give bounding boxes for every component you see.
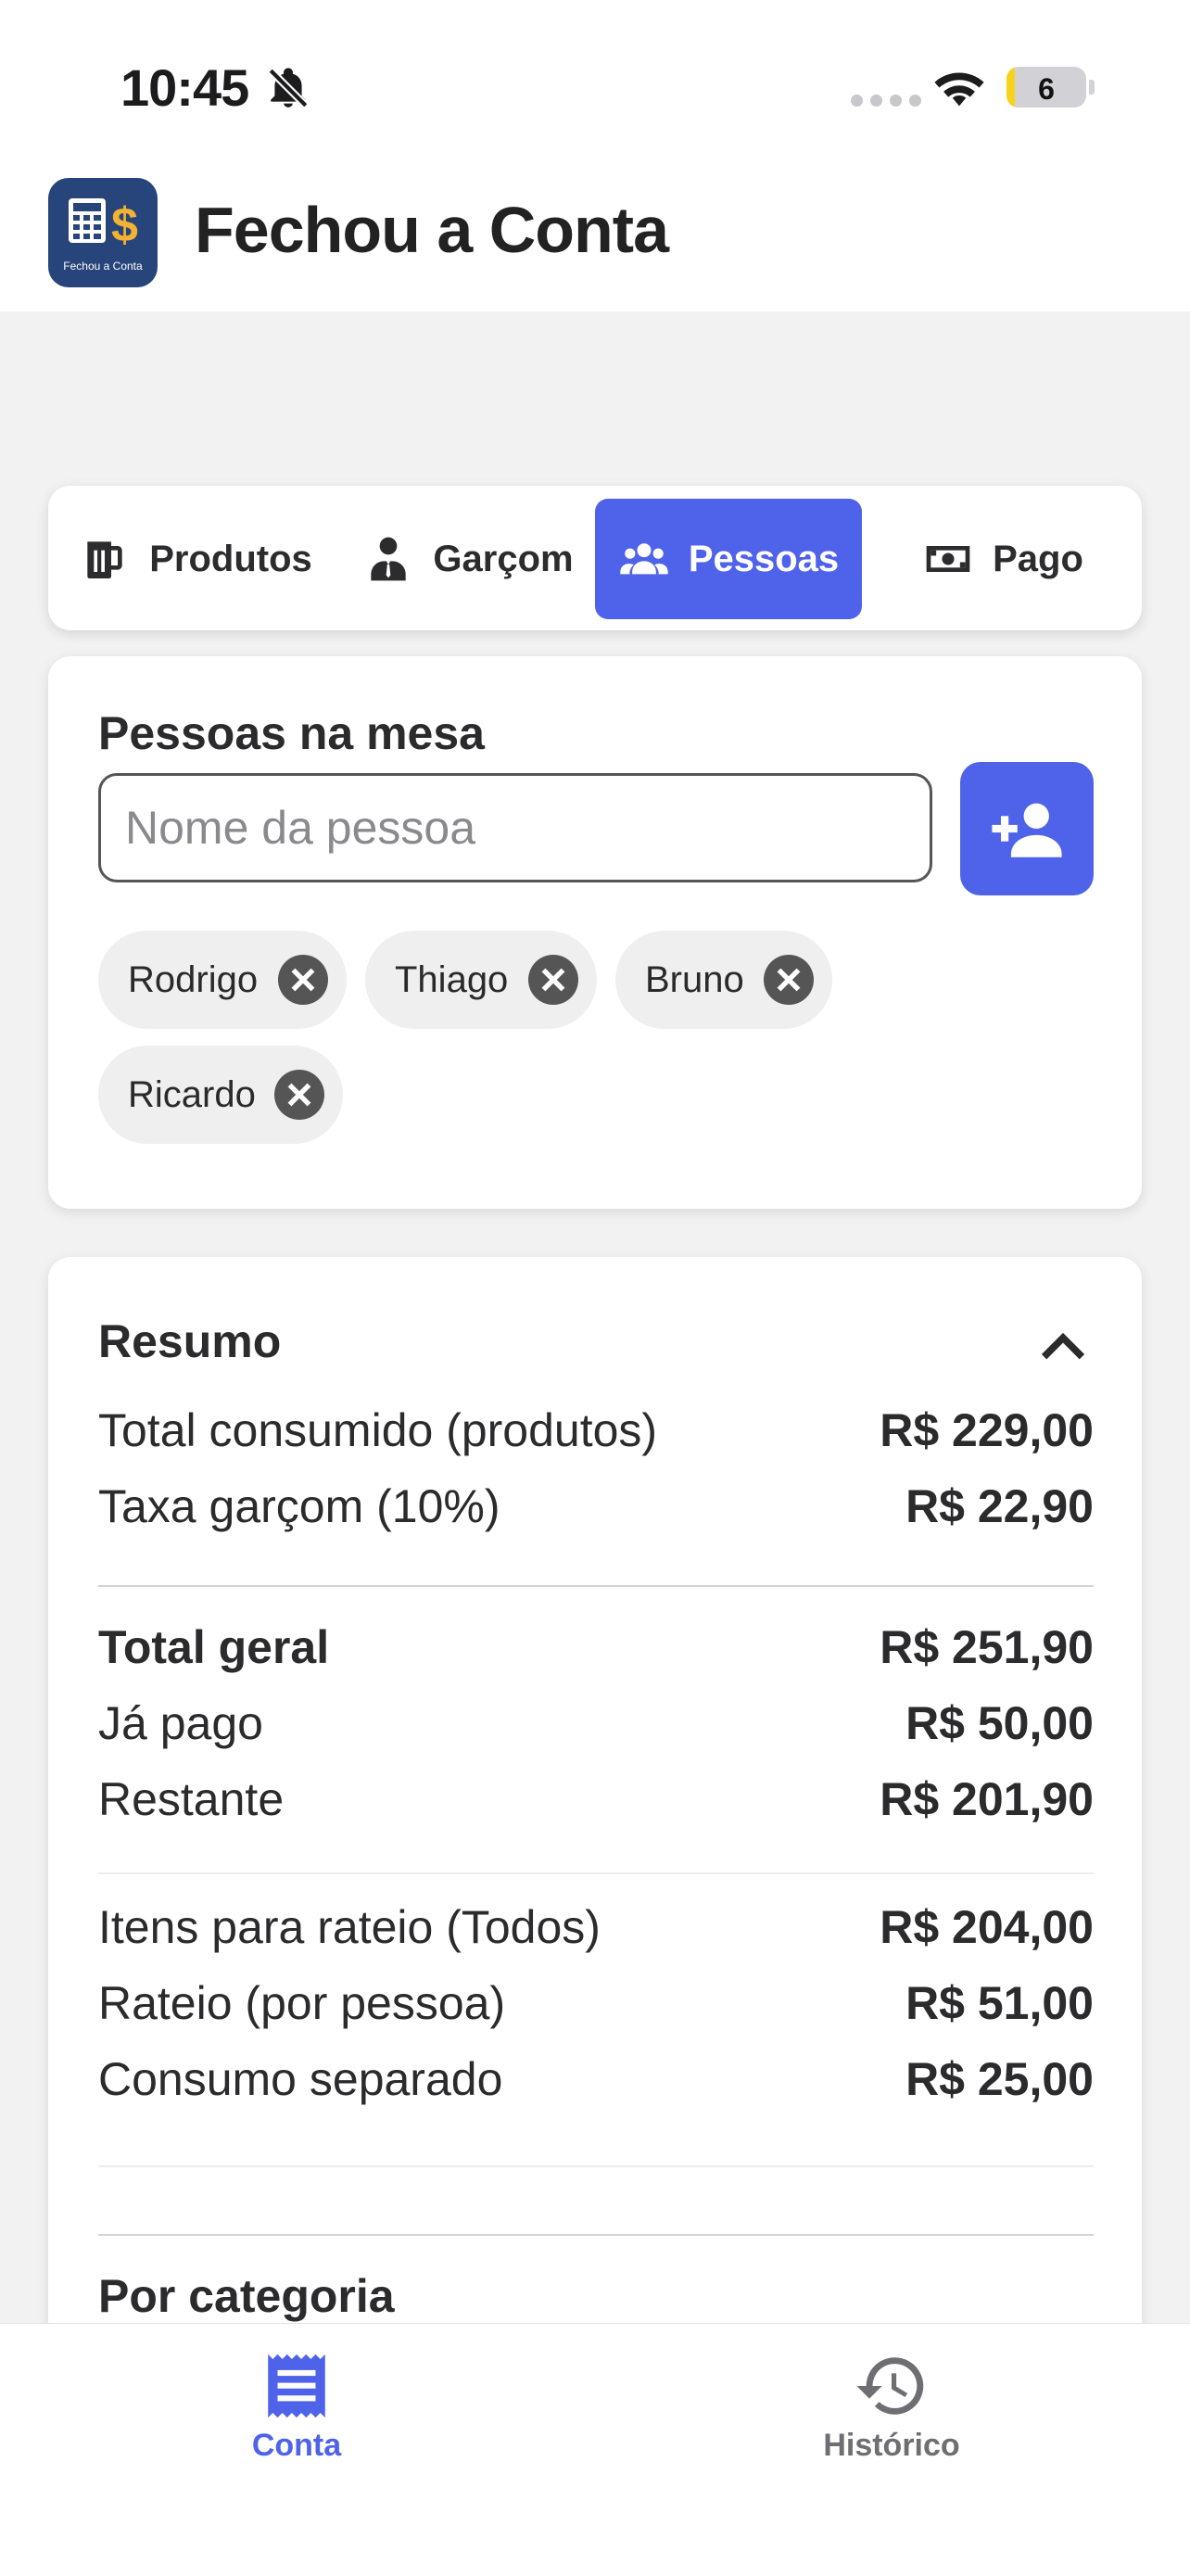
group-icon bbox=[620, 543, 668, 575]
bottom-navigation: Conta Histórico bbox=[0, 2323, 1190, 2576]
svg-text:$: $ bbox=[111, 198, 138, 252]
tab-garcom[interactable]: Garçom bbox=[343, 499, 593, 619]
close-icon bbox=[541, 968, 565, 992]
people-card: Pessoas na mesa Rodrigo Thiago Bruno Ric… bbox=[48, 656, 1142, 1209]
summary-row-label: Taxa garçom (10%) bbox=[98, 1480, 500, 1532]
battery-icon: 6 bbox=[1006, 67, 1086, 108]
app-header: $ Fechou a Conta Fechou a Conta bbox=[0, 158, 1190, 311]
summary-row: Taxa garçom (10%) R$ 22,90 bbox=[98, 1479, 1094, 1533]
divider bbox=[98, 1872, 1094, 1874]
tab-label: Produtos bbox=[149, 538, 312, 579]
battery-percentage: 6 bbox=[1038, 72, 1055, 106]
person-chip-name: Rodrigo bbox=[128, 958, 259, 1000]
summary-row-value: R$ 22,90 bbox=[905, 1480, 1094, 1532]
summary-row-value: R$ 251,90 bbox=[880, 1621, 1094, 1673]
tab-pago[interactable]: Pago bbox=[882, 499, 1123, 619]
remove-person-button[interactable] bbox=[528, 955, 578, 1005]
summary-row: Total consumido (produtos) R$ 229,00 bbox=[98, 1403, 1094, 1457]
summary-row-value: R$ 25,00 bbox=[905, 2053, 1094, 2105]
divider bbox=[98, 2234, 1094, 2236]
beer-mug-icon bbox=[87, 541, 122, 578]
tab-label: Pessoas bbox=[688, 538, 840, 579]
tab-label: Garçom bbox=[433, 538, 574, 579]
remove-person-button[interactable] bbox=[278, 955, 328, 1005]
app-logo-text: Fechou a Conta bbox=[63, 260, 143, 273]
close-icon bbox=[777, 968, 801, 992]
app-logo: $ Fechou a Conta bbox=[48, 178, 158, 287]
summary-row: Rateio (por pessoa) R$ 51,00 bbox=[98, 1976, 1094, 2030]
person-chip-name: Bruno bbox=[645, 958, 744, 1000]
cellular-signal-icon bbox=[851, 95, 921, 107]
person-chip: Bruno bbox=[615, 931, 832, 1029]
summary-row-label: Restante bbox=[98, 1773, 285, 1825]
summary-row-label: Já pago bbox=[98, 1697, 263, 1749]
add-person-button[interactable] bbox=[960, 762, 1094, 895]
history-icon bbox=[856, 2357, 924, 2415]
waiter-icon bbox=[371, 537, 407, 581]
summary-row: Total geral R$ 251,90 bbox=[98, 1620, 1094, 1674]
summary-row-label: Rateio (por pessoa) bbox=[98, 1977, 506, 2029]
wifi-icon bbox=[934, 72, 984, 107]
person-name-input[interactable] bbox=[98, 773, 932, 882]
summary-card: Resumo Total consumido (produtos) R$ 229… bbox=[48, 1257, 1142, 2369]
summary-row: Itens para rateio (Todos) R$ 204,00 bbox=[98, 1900, 1094, 1954]
people-section-title: Pessoas na mesa bbox=[98, 707, 485, 759]
bell-off-icon bbox=[268, 68, 309, 108]
nav-historico[interactable]: Histórico bbox=[753, 2348, 1031, 2464]
summary-row: Restante R$ 201,90 bbox=[98, 1772, 1094, 1826]
summary-row-value: R$ 51,00 bbox=[905, 1977, 1094, 2029]
summary-row-label: Itens para rateio (Todos) bbox=[98, 1901, 601, 1953]
summary-row-value: R$ 201,90 bbox=[880, 1773, 1094, 1825]
summary-row-label: Total consumido (produtos) bbox=[98, 1404, 658, 1456]
money-icon bbox=[926, 546, 970, 572]
tab-pessoas[interactable]: Pessoas bbox=[595, 499, 862, 619]
summary-row-label: Total geral bbox=[98, 1621, 330, 1673]
person-chip: Rodrigo bbox=[98, 931, 347, 1029]
app-title: Fechou a Conta bbox=[195, 194, 669, 266]
status-time: 10:45 bbox=[120, 58, 249, 117]
summary-row-value: R$ 204,00 bbox=[880, 1901, 1094, 1953]
summary-row-value: R$ 229,00 bbox=[880, 1404, 1094, 1456]
tab-produtos[interactable]: Produtos bbox=[70, 499, 321, 619]
divider bbox=[98, 1585, 1094, 1587]
summary-section-title: Resumo bbox=[98, 1315, 282, 1367]
summary-row-value: R$ 50,00 bbox=[905, 1697, 1094, 1749]
person-chip-name: Ricardo bbox=[128, 1073, 256, 1115]
receipt-icon bbox=[268, 2354, 325, 2418]
nav-label: Histórico bbox=[823, 2428, 960, 2463]
nav-conta[interactable]: Conta bbox=[158, 2348, 436, 2464]
add-person-icon bbox=[992, 803, 1062, 857]
remove-person-button[interactable] bbox=[274, 1070, 324, 1120]
person-chip: Ricardo bbox=[98, 1046, 343, 1144]
remove-person-button[interactable] bbox=[764, 955, 814, 1005]
close-icon bbox=[291, 968, 315, 992]
divider bbox=[98, 2165, 1094, 2167]
close-icon bbox=[287, 1083, 311, 1107]
summary-row: Consumo separado R$ 25,00 bbox=[98, 2052, 1094, 2106]
tab-bar: Produtos Garçom Pessoas Pago bbox=[48, 486, 1142, 630]
person-chip-name: Thiago bbox=[395, 958, 509, 1000]
summary-row: Já pago R$ 50,00 bbox=[98, 1696, 1094, 1750]
battery-cap bbox=[1089, 80, 1095, 95]
nav-label: Conta bbox=[251, 2428, 342, 2463]
person-chip: Thiago bbox=[365, 931, 597, 1029]
tab-label: Pago bbox=[993, 538, 1083, 579]
status-bar: 10:45 6 bbox=[0, 0, 1190, 158]
category-section-title: Por categoria bbox=[98, 2270, 395, 2322]
summary-row-label: Consumo separado bbox=[98, 2053, 503, 2105]
chevron-up-icon[interactable] bbox=[1031, 1318, 1095, 1374]
